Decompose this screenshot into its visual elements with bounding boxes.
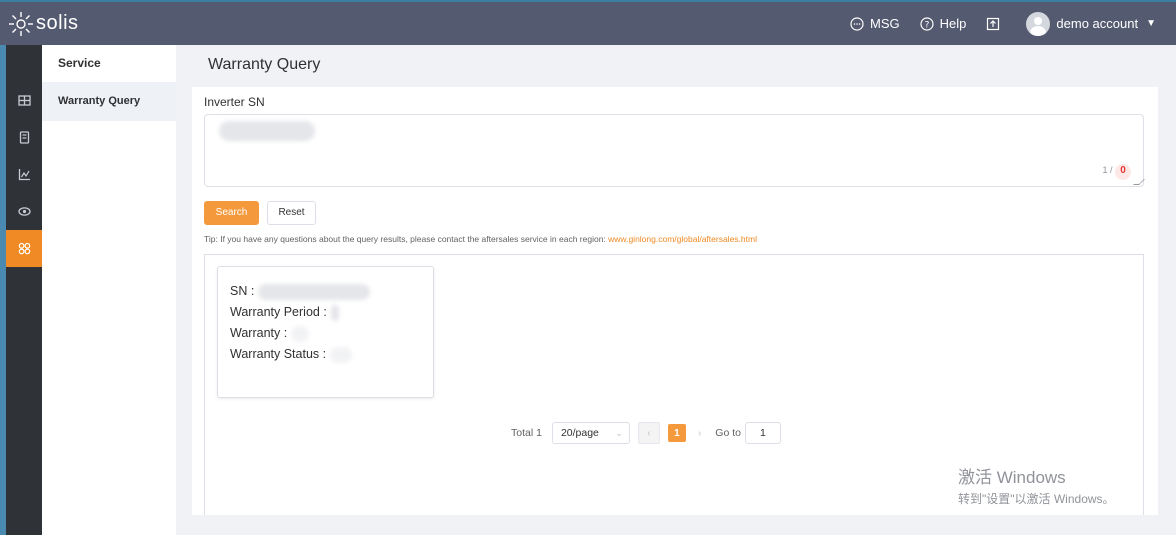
icon-rail <box>0 45 42 535</box>
resize-handle[interactable] <box>1133 179 1145 185</box>
prev-page-button[interactable]: ‹ <box>637 422 660 444</box>
result-row-status: Warranty Status : <box>230 344 433 365</box>
upload-icon <box>987 17 1000 30</box>
top-bar: solis MSG ? Help demo account ▼ <box>0 0 1176 45</box>
chevron-left-icon: ‹ <box>647 427 651 439</box>
search-button[interactable]: Search <box>204 201 259 225</box>
page-number-1[interactable]: 1 <box>667 424 686 442</box>
next-page-button[interactable]: › <box>698 428 701 439</box>
goto-label: Go to <box>715 427 741 439</box>
rail-item-service[interactable] <box>6 230 42 267</box>
help-label: Help <box>939 16 967 31</box>
windows-activation-watermark: 激活 Windows 转到"设置"以激活 Windows。 <box>958 468 1115 506</box>
result-row-period: Warranty Period : <box>230 302 433 323</box>
chat-icon <box>850 16 864 31</box>
query-card: Inverter SN 1 / 0 Search Reset Tip: If y… <box>192 87 1158 515</box>
msg-label: MSG <box>870 16 900 31</box>
svg-text:?: ? <box>924 20 929 30</box>
result-row-sn: SN : <box>230 281 433 302</box>
rail-item-device[interactable] <box>6 119 42 156</box>
tip-text: Tip: If you have any questions about the… <box>204 234 757 244</box>
sub-menu: Service Warranty Query <box>42 45 176 535</box>
help-button[interactable]: ? Help <box>920 16 967 31</box>
redacted-value <box>258 283 371 300</box>
total-count: Total 1 <box>511 427 542 439</box>
bottom-margin <box>176 515 1158 535</box>
submenu-item-warranty-query[interactable]: Warranty Query <box>42 82 176 121</box>
dashboard-icon <box>17 95 31 106</box>
upload-button[interactable] <box>986 17 1006 31</box>
page-size-select[interactable]: 20/page ⌄ <box>551 422 630 444</box>
result-card: SN : Warranty Period : Warranty : Warran… <box>217 266 434 398</box>
aftersales-link[interactable]: www.ginlong.com/global/aftersales.html <box>608 234 757 244</box>
chevron-down-icon: ⌄ <box>615 427 623 438</box>
rail-item-view[interactable] <box>6 193 42 230</box>
counter-badge: 0 <box>1115 164 1131 180</box>
help-icon: ? <box>920 16 934 31</box>
avatar <box>1026 11 1051 36</box>
device-icon <box>19 131 29 144</box>
logo[interactable]: solis <box>8 11 79 37</box>
redacted-sn-value <box>219 121 315 141</box>
sun-logo-icon <box>9 11 33 36</box>
account-menu[interactable]: demo account ▼ <box>1026 11 1156 36</box>
right-margin <box>1158 45 1176 535</box>
rail-item-analytics[interactable] <box>6 156 42 193</box>
msg-button[interactable]: MSG <box>850 16 900 31</box>
view-icon <box>17 207 31 216</box>
result-row-warranty: Warranty : <box>230 323 433 344</box>
app-name: solis <box>36 12 79 34</box>
pagination: Total 1 20/page ⌄ ‹ 1 › Go to 1 <box>511 422 781 444</box>
chevron-right-icon: › <box>697 427 702 439</box>
submenu-title: Service <box>58 56 101 70</box>
inverter-sn-input[interactable]: 1 / 0 <box>204 114 1145 187</box>
redacted-value <box>330 346 353 363</box>
inverter-sn-label: Inverter SN <box>204 95 265 109</box>
redacted-value <box>330 304 339 321</box>
account-label: demo account <box>1056 16 1139 31</box>
char-counter: 1 / 0 <box>1102 164 1131 180</box>
rail-item-dashboard[interactable] <box>6 82 42 119</box>
analytics-icon <box>18 169 30 181</box>
goto-input[interactable]: 1 <box>744 422 781 444</box>
page-header: Warranty Query <box>176 45 1158 85</box>
reset-button[interactable]: Reset <box>267 201 316 225</box>
page-title: Warranty Query <box>208 56 321 73</box>
caret-down-icon: ▼ <box>1146 18 1156 29</box>
redacted-value <box>291 325 310 342</box>
service-icon <box>18 242 30 255</box>
